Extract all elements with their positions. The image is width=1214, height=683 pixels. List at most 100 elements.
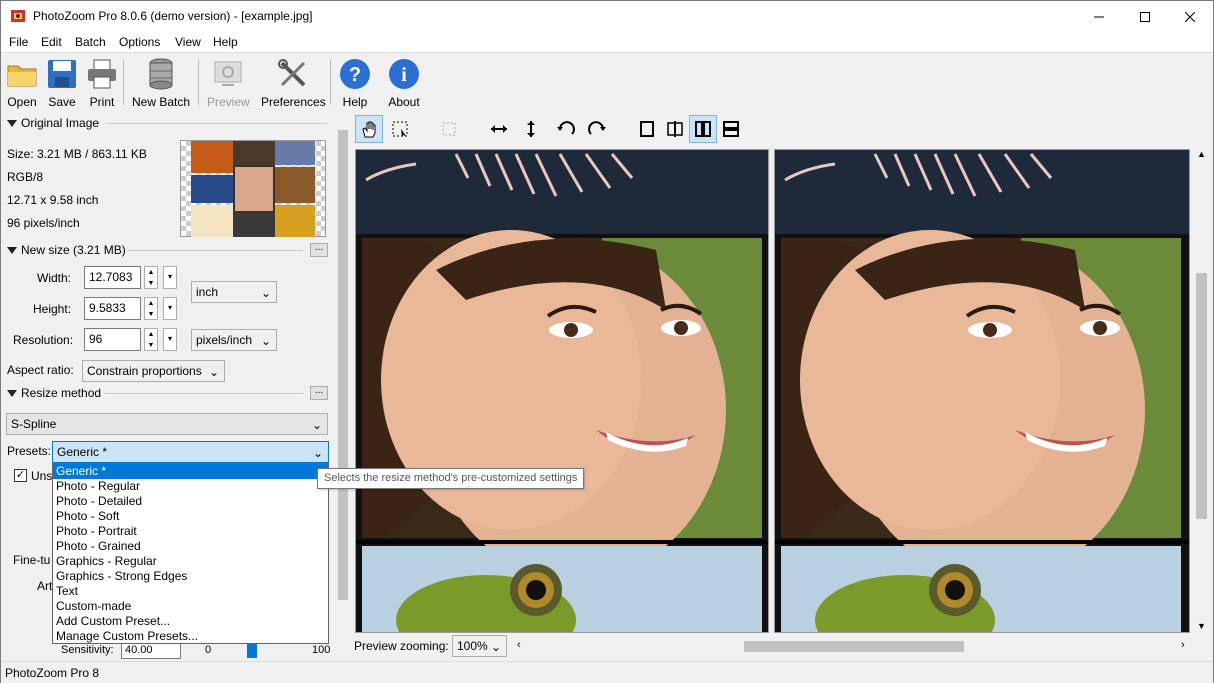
resolution-unit-select[interactable]: pixels/inch ⌄ (191, 329, 277, 351)
preset-option[interactable]: Photo - Soft (53, 509, 328, 524)
preferences-button[interactable]: Preferences (261, 57, 326, 109)
rotate-left-button[interactable] (552, 115, 580, 143)
height-dropdown[interactable]: ▾ (163, 297, 177, 320)
finetune-label: Fine-tu (13, 553, 51, 567)
select-tool-button[interactable] (386, 115, 414, 143)
slider-max-label: 100 (312, 644, 331, 656)
app-icon (11, 10, 25, 22)
about-button[interactable]: i About (387, 57, 421, 109)
scroll-left-icon[interactable]: ‹ (517, 639, 521, 651)
print-label: Print (89, 95, 115, 109)
resize-method-more-button[interactable]: ... (310, 386, 328, 400)
preset-option[interactable]: Custom-made (53, 599, 328, 614)
height-spinner[interactable]: ▲ ▼ (144, 297, 158, 320)
unit-value: inch (196, 285, 219, 299)
about-label: About (388, 95, 420, 109)
original-dimensions: 12.71 x 9.58 inch (7, 193, 99, 207)
scroll-right-icon[interactable]: › (1181, 639, 1185, 651)
unsharp-checkbox[interactable]: ✓ (14, 469, 27, 482)
resize-method-title: Resize method (21, 386, 102, 400)
presets-label: Presets: (7, 444, 52, 458)
original-thumbnail[interactable] (180, 140, 326, 237)
result-preview[interactable] (774, 149, 1190, 633)
sensitivity-input[interactable]: 40.00 (121, 643, 181, 659)
preset-option[interactable]: Generic * (53, 464, 328, 479)
menu-file[interactable]: File (9, 35, 28, 49)
unit-select[interactable]: inch ⌄ (191, 281, 277, 303)
preview-hscrollbar[interactable]: ‹ › (513, 638, 1193, 655)
preset-option[interactable]: Photo - Detailed (53, 494, 328, 509)
presets-dropdown: Generic * Photo - Regular Photo - Detail… (52, 463, 329, 644)
fit-height-button[interactable] (517, 115, 545, 143)
preset-option[interactable]: Manage Custom Presets... (53, 629, 328, 644)
hand-tool-button[interactable] (355, 115, 383, 143)
original-size: Size: 3.21 MB / 863.11 KB (7, 147, 147, 161)
new-size-more-button[interactable]: ... (310, 243, 328, 257)
scrollbar-thumb[interactable] (1196, 273, 1207, 519)
menu-view[interactable]: View (175, 35, 201, 49)
side-by-side-icon (695, 121, 711, 137)
preset-option[interactable]: Graphics - Regular (53, 554, 328, 569)
open-button[interactable]: Open (5, 57, 39, 109)
minimize-button[interactable] (1076, 1, 1122, 32)
status-bar: PhotoZoom Pro 8 (1, 661, 1213, 683)
side-by-side-button[interactable] (689, 115, 717, 143)
resolution-dropdown[interactable]: ▾ (163, 328, 177, 351)
collapse-icon (7, 389, 17, 397)
preview-zoom-label: Preview zooming: (354, 639, 449, 653)
close-button[interactable] (1167, 1, 1213, 32)
preview-zoom-select[interactable]: 100% ⌄ (452, 635, 507, 657)
hand-icon (362, 121, 376, 138)
print-button[interactable]: Print (85, 57, 119, 109)
sensitivity-label: Sensitivity: (61, 644, 114, 656)
split-view-button[interactable] (661, 115, 689, 143)
preset-option[interactable]: Graphics - Strong Edges (53, 569, 328, 584)
width-input[interactable]: 12.7083 (84, 266, 141, 289)
aspect-ratio-select[interactable]: Constrain proportions ⌄ (82, 360, 225, 382)
thumb-tile (233, 141, 275, 165)
preset-option[interactable]: Add Custom Preset... (53, 614, 328, 629)
menu-options[interactable]: Options (119, 35, 160, 49)
fit-width-button[interactable] (485, 115, 513, 143)
maximize-button[interactable] (1122, 1, 1168, 32)
preset-option[interactable]: Text (53, 584, 328, 599)
new-batch-button[interactable]: New Batch (132, 57, 190, 109)
scroll-down-icon[interactable]: ▼ (1197, 621, 1206, 631)
preset-option[interactable]: Photo - Grained (53, 539, 328, 554)
new-size-header[interactable]: New size (3.21 MB) (7, 243, 126, 257)
thumb-tile (191, 205, 233, 237)
scroll-up-icon[interactable]: ▲ (1197, 149, 1206, 159)
height-label: Height: (33, 302, 72, 316)
width-spinner[interactable]: ▲ ▼ (144, 266, 158, 289)
single-view-button[interactable] (633, 115, 661, 143)
height-input[interactable]: 9.5833 (84, 297, 141, 320)
scrollbar-thumb[interactable] (338, 130, 348, 600)
settings-scrollbar[interactable] (336, 114, 350, 659)
split-view-icon (667, 121, 683, 137)
width-dropdown[interactable]: ▾ (163, 266, 177, 289)
save-button[interactable]: Save (45, 57, 79, 109)
preview-button[interactable]: Preview (207, 57, 250, 109)
resolution-input[interactable]: 96 (84, 328, 141, 351)
menu-edit[interactable]: Edit (41, 35, 62, 49)
printer-icon (85, 57, 119, 91)
original-preview[interactable] (355, 149, 769, 633)
collapse-icon (7, 119, 17, 127)
preset-option[interactable]: Photo - Portrait (53, 524, 328, 539)
menu-batch[interactable]: Batch (75, 35, 106, 49)
help-button[interactable]: ? Help (338, 57, 372, 109)
preview-vscrollbar[interactable]: ▲ ▼ (1193, 149, 1210, 635)
rotate-right-button[interactable] (583, 115, 611, 143)
top-bottom-button[interactable] (717, 115, 745, 143)
menu-help[interactable]: Help (213, 35, 238, 49)
resize-method-select[interactable]: S-Spline ⌄ (6, 413, 328, 435)
resolution-spinner[interactable]: ▲ ▼ (144, 328, 158, 351)
original-image-header[interactable]: Original Image (7, 116, 99, 130)
resolution-unit-value: pixels/inch (196, 333, 253, 347)
resize-method-header[interactable]: Resize method (7, 386, 101, 400)
scrollbar-thumb[interactable] (744, 641, 964, 652)
crop-tool-button[interactable] (435, 115, 463, 143)
preset-option[interactable]: Photo - Regular (53, 479, 328, 494)
sensitivity-slider-thumb[interactable] (247, 644, 257, 658)
presets-select[interactable]: Generic * ⌄ (52, 441, 329, 463)
